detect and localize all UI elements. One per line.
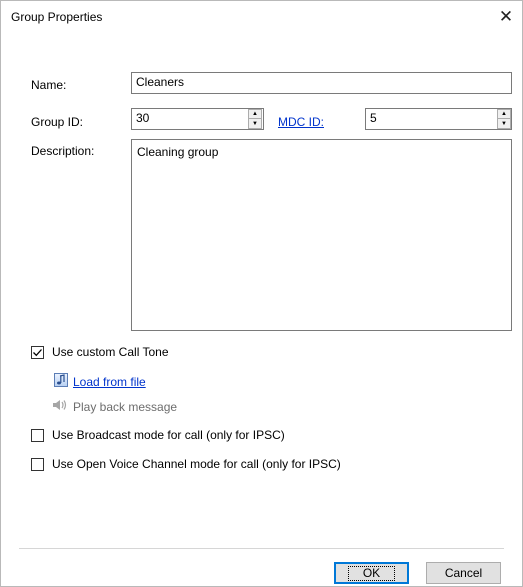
- cancel-button-label: Cancel: [444, 566, 483, 580]
- speaker-icon: [52, 398, 68, 412]
- ok-button[interactable]: OK: [334, 562, 409, 584]
- title-bar: Group Properties ✕: [1, 1, 522, 33]
- mdc-id-link[interactable]: MDC ID:: [278, 115, 324, 129]
- open-voice-channel-checkbox[interactable]: [31, 457, 44, 471]
- group-id-stepper[interactable]: ▲ ▼: [248, 109, 262, 129]
- custom-call-tone-label: Use custom Call Tone: [52, 345, 169, 359]
- custom-call-tone-checkbox[interactable]: [31, 345, 44, 359]
- ok-button-label: OK: [347, 565, 396, 581]
- open-voice-channel-option[interactable]: Use Open Voice Channel mode for call (on…: [31, 457, 341, 471]
- group-id-field[interactable]: 30: [131, 108, 264, 130]
- close-button[interactable]: ✕: [490, 1, 522, 33]
- play-back-message-label: Play back message: [73, 400, 178, 414]
- name-label: Name:: [31, 78, 67, 92]
- name-input[interactable]: Cleaners: [131, 72, 512, 94]
- music-note-icon: [54, 373, 68, 387]
- broadcast-mode-label: Use Broadcast mode for call (only for IP…: [52, 428, 285, 442]
- group-id-label: Group ID:: [31, 115, 84, 129]
- cancel-button[interactable]: Cancel: [426, 562, 501, 584]
- close-icon: ✕: [498, 7, 514, 26]
- check-icon: [33, 348, 42, 356]
- broadcast-mode-option[interactable]: Use Broadcast mode for call (only for IP…: [31, 428, 285, 442]
- description-value: Cleaning group: [137, 145, 219, 159]
- mdc-id-stepper[interactable]: ▲ ▼: [497, 109, 511, 129]
- load-from-file-link[interactable]: Load from file: [73, 375, 146, 389]
- dialog-title: Group Properties: [11, 10, 103, 24]
- spin-down-icon[interactable]: ▼: [498, 119, 510, 128]
- group-properties-dialog: Group Properties ✕ Name: Cleaners Group …: [0, 0, 523, 587]
- spin-down-icon[interactable]: ▼: [249, 119, 261, 128]
- group-id-value: 30: [136, 111, 150, 125]
- spin-up-icon[interactable]: ▲: [249, 110, 261, 119]
- description-label: Description:: [31, 144, 95, 158]
- description-textarea[interactable]: Cleaning group: [131, 139, 512, 331]
- name-value: Cleaners: [136, 75, 185, 89]
- spin-up-icon[interactable]: ▲: [498, 110, 510, 119]
- mdc-id-value: 5: [370, 111, 377, 125]
- open-voice-channel-label: Use Open Voice Channel mode for call (on…: [52, 457, 341, 471]
- mdc-id-field[interactable]: 5: [365, 108, 512, 130]
- button-separator: [19, 548, 504, 549]
- broadcast-mode-checkbox[interactable]: [31, 428, 44, 442]
- custom-call-tone-option[interactable]: Use custom Call Tone: [31, 345, 169, 359]
